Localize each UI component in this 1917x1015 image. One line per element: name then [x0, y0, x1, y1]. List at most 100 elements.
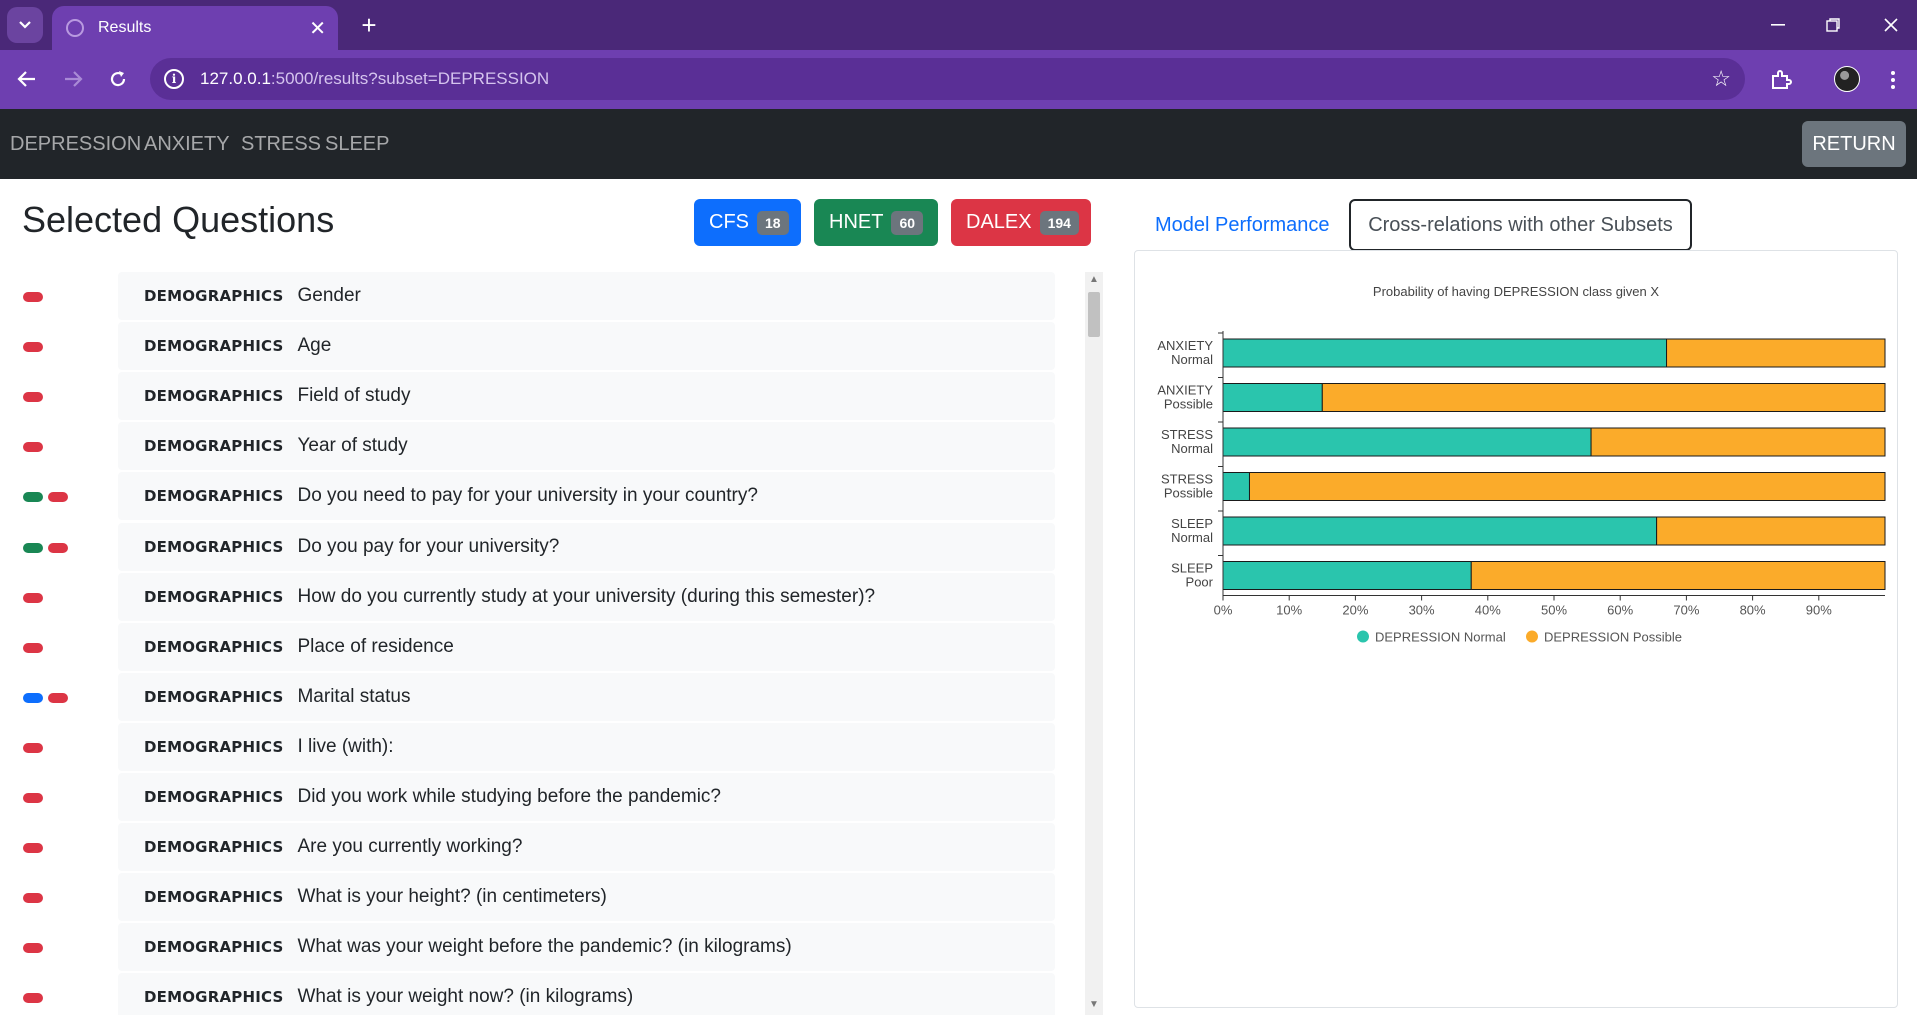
- method-pill-red: [23, 592, 43, 603]
- restore-icon: [1826, 18, 1840, 32]
- nav-link-stress[interactable]: STRESS: [241, 109, 321, 179]
- tab-search-button[interactable]: [7, 7, 43, 43]
- minimize-button[interactable]: [1758, 8, 1798, 42]
- browser-tab[interactable]: Results ✕: [52, 6, 338, 50]
- back-button[interactable]: [9, 61, 45, 97]
- question-row[interactable]: DEMOGRAPHICS Do you pay for your universi…: [0, 522, 1090, 573]
- question-row[interactable]: DEMOGRAPHICS Gender: [0, 272, 1090, 322]
- bar-possible: [1470, 561, 1886, 590]
- close-window-button[interactable]: [1871, 8, 1911, 42]
- address-bar[interactable]: i 127.0.0.1:5000/results?subset=DEPRESSI…: [150, 58, 1745, 100]
- nav-link-sleep[interactable]: SLEEP: [325, 109, 389, 179]
- more-vertical-icon: [1891, 71, 1895, 89]
- question-row[interactable]: DEMOGRAPHICS Age: [0, 322, 1090, 372]
- profile-avatar[interactable]: [1834, 66, 1860, 92]
- nav-link-depression[interactable]: DEPRESSION: [10, 109, 141, 179]
- y-tick-label: Poor: [1186, 575, 1214, 590]
- question-row[interactable]: DEMOGRAPHICS Do you need to pay for your …: [0, 472, 1090, 522]
- cfs-label: CFS: [709, 211, 749, 233]
- info-icon[interactable]: i: [164, 69, 184, 89]
- question-item[interactable]: DEMOGRAPHICS What was your weight before …: [118, 923, 1055, 972]
- question-category: DEMOGRAPHICS: [144, 337, 284, 356]
- menu-button[interactable]: [1875, 62, 1911, 98]
- question-row[interactable]: DEMOGRAPHICS Field of study: [0, 372, 1090, 422]
- question-item[interactable]: DEMOGRAPHICS Did you work while studying …: [118, 773, 1055, 821]
- return-button[interactable]: RETURN: [1802, 121, 1906, 167]
- cfs-button[interactable]: CFS 18: [694, 199, 801, 246]
- question-category: DEMOGRAPHICS: [144, 537, 284, 556]
- tab-title: Results: [98, 19, 152, 36]
- star-icon[interactable]: ☆: [1711, 66, 1731, 92]
- method-indicators: [23, 923, 43, 973]
- x-tick-label: 70%: [1673, 603, 1699, 618]
- question-row[interactable]: DEMOGRAPHICS How do you currently study a…: [0, 572, 1090, 623]
- question-item[interactable]: DEMOGRAPHICS Gender: [118, 272, 1055, 320]
- new-tab-button[interactable]: +: [352, 8, 386, 42]
- question-item[interactable]: DEMOGRAPHICS I live (with):: [118, 722, 1055, 771]
- question-item[interactable]: DEMOGRAPHICS Age: [118, 322, 1055, 371]
- question-row[interactable]: DEMOGRAPHICS I live (with):: [0, 722, 1090, 773]
- question-list-scrollbar[interactable]: ▲ ▼: [1085, 272, 1103, 1015]
- method-indicators: [23, 623, 43, 673]
- question-item[interactable]: DEMOGRAPHICS What is your height? (in cen…: [118, 873, 1055, 922]
- method-pill-red: [23, 392, 43, 403]
- method-pill-red: [23, 993, 43, 1004]
- scroll-down-arrow-icon[interactable]: ▼: [1085, 999, 1103, 1013]
- legend-label: DEPRESSION Normal: [1375, 630, 1506, 645]
- dalex-count-badge: 194: [1039, 210, 1079, 235]
- method-pill-blue: [23, 692, 43, 703]
- method-pill-green: [23, 492, 43, 503]
- y-tick-label: Possible: [1164, 397, 1213, 412]
- method-indicators: [23, 272, 43, 322]
- y-tick-label: ANXIETY: [1157, 338, 1213, 353]
- question-row[interactable]: DEMOGRAPHICS Did you work while studying …: [0, 773, 1090, 823]
- question-item[interactable]: DEMOGRAPHICS Marital status: [118, 672, 1055, 721]
- browser-tabstrip: Results ✕ +: [0, 0, 1917, 50]
- extensions-button[interactable]: [1763, 62, 1799, 98]
- arrow-right-icon: [65, 71, 83, 87]
- question-list[interactable]: DEMOGRAPHICS Gender DEMOGRAPHICS Age DEMOGRA…: [0, 272, 1090, 1015]
- tab-model-performance[interactable]: Model Performance: [1136, 199, 1349, 251]
- dalex-button[interactable]: DALEX 194: [951, 199, 1091, 246]
- question-text: Age: [297, 335, 332, 357]
- restore-button[interactable]: [1813, 8, 1853, 42]
- method-indicators: [23, 422, 43, 472]
- legend-marker: [1357, 630, 1369, 643]
- nav-link-anxiety[interactable]: ANXIETY: [144, 109, 230, 179]
- forward-button[interactable]: [55, 61, 91, 97]
- scroll-up-arrow-icon[interactable]: ▲: [1085, 274, 1103, 288]
- method-indicators: [23, 322, 43, 372]
- question-item[interactable]: DEMOGRAPHICS Year of study: [118, 422, 1055, 471]
- url-path: :5000/results?subset=DEPRESSION: [270, 69, 550, 88]
- question-item[interactable]: DEMOGRAPHICS What is your weight now? (in…: [118, 973, 1055, 1015]
- question-item[interactable]: DEMOGRAPHICS Do you pay for your universi…: [118, 522, 1055, 571]
- method-indicators: [23, 472, 68, 522]
- question-row[interactable]: DEMOGRAPHICS What is your height? (in cen…: [0, 873, 1090, 923]
- reload-button[interactable]: [100, 61, 136, 97]
- question-row[interactable]: DEMOGRAPHICS Year of study: [0, 422, 1090, 472]
- question-row[interactable]: DEMOGRAPHICS What was your weight before …: [0, 923, 1090, 973]
- method-pill-red: [23, 292, 43, 302]
- question-text: Field of study: [297, 385, 411, 407]
- question-item[interactable]: DEMOGRAPHICS How do you currently study a…: [118, 572, 1055, 621]
- question-row[interactable]: DEMOGRAPHICS Place of residence: [0, 622, 1090, 673]
- method-pill-red: [23, 742, 43, 753]
- question-row[interactable]: DEMOGRAPHICS Are you currently working?: [0, 823, 1090, 873]
- tab-cross-relations[interactable]: Cross-relations with other Subsets: [1349, 199, 1692, 251]
- question-row[interactable]: DEMOGRAPHICS What is your weight now? (in…: [0, 973, 1090, 1015]
- question-item[interactable]: DEMOGRAPHICS Place of residence: [118, 622, 1055, 671]
- scroll-thumb[interactable]: [1088, 292, 1100, 337]
- question-item[interactable]: DEMOGRAPHICS Field of study: [118, 372, 1055, 421]
- close-icon: [1884, 18, 1898, 32]
- question-item[interactable]: DEMOGRAPHICS Are you currently working?: [118, 823, 1055, 872]
- close-icon[interactable]: ✕: [309, 16, 326, 41]
- dalex-label: DALEX: [966, 211, 1032, 233]
- method-indicators: [23, 973, 43, 1015]
- question-item[interactable]: DEMOGRAPHICS Do you need to pay for your …: [118, 472, 1055, 521]
- method-pill-red: [23, 893, 43, 904]
- question-text: Did you work while studying before the p…: [297, 786, 721, 807]
- method-indicators: [23, 823, 43, 873]
- question-row[interactable]: DEMOGRAPHICS Marital status: [0, 672, 1090, 723]
- question-text: Do you pay for your university?: [297, 535, 560, 557]
- hnet-button[interactable]: HNET 60: [814, 199, 938, 246]
